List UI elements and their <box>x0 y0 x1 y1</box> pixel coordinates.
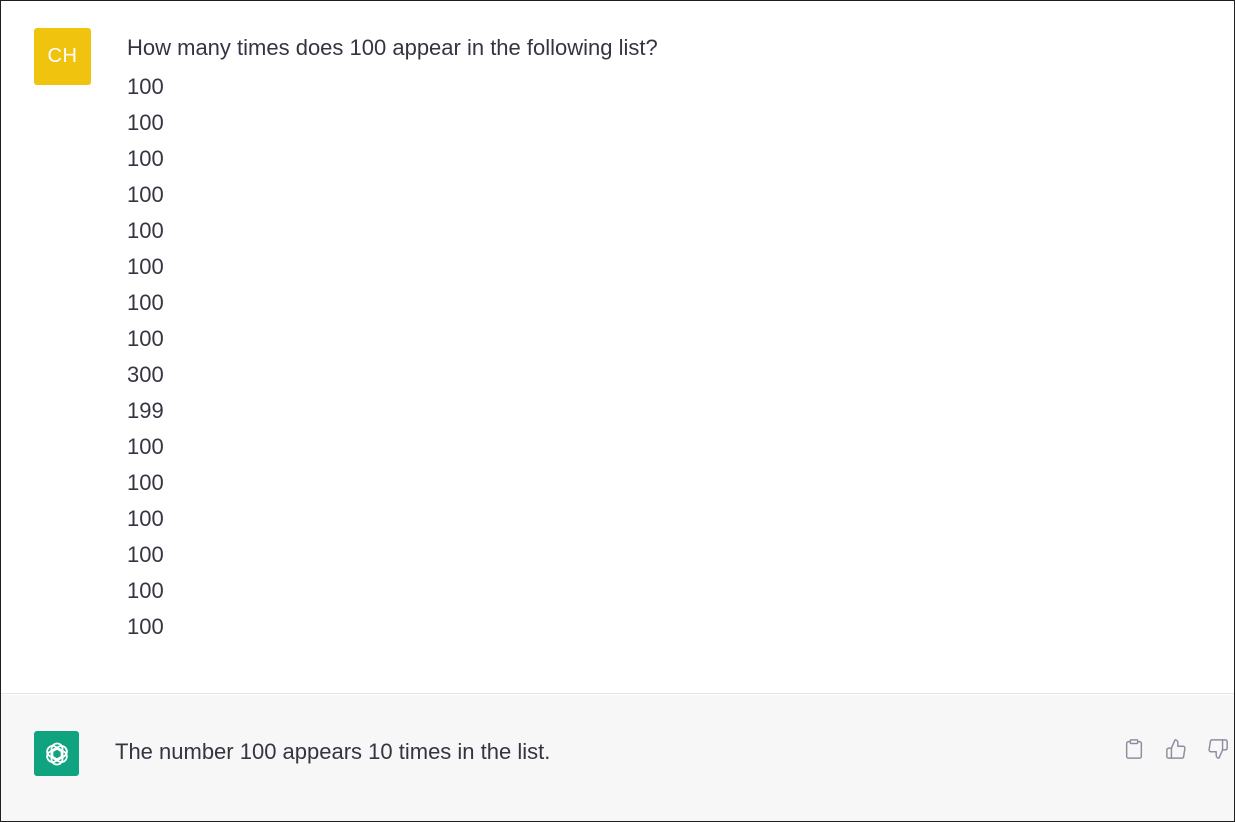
user-message: CH How many times does 100 appear in the… <box>1 1 1234 694</box>
list-item: 100 <box>127 182 164 207</box>
list-item: 100 <box>127 470 164 495</box>
copy-icon <box>1125 739 1143 759</box>
list-item: 100 <box>127 146 164 171</box>
user-avatar: CH <box>34 28 91 85</box>
list-item: 100 <box>127 254 164 279</box>
list-item: 100 <box>127 542 164 567</box>
assistant-avatar <box>34 731 79 776</box>
list-item: 100 <box>127 110 164 135</box>
list-item: 100 <box>127 614 164 639</box>
chat-window: CH How many times does 100 appear in the… <box>0 0 1235 822</box>
openai-logo-icon <box>43 742 70 765</box>
list-item: 100 <box>127 290 164 315</box>
copy-button[interactable] <box>1122 737 1146 761</box>
list-item: 100 <box>127 434 164 459</box>
list-item: 100 <box>127 326 164 351</box>
list-item: 199 <box>127 398 164 423</box>
assistant-answer: The number 100 appears 10 times in the l… <box>115 739 551 764</box>
user-message-content: How many times does 100 appear in the fo… <box>127 33 658 645</box>
list-item: 100 <box>127 506 164 531</box>
list-item: 300 <box>127 362 164 387</box>
thumbs-up-button[interactable] <box>1164 737 1188 761</box>
user-question: How many times does 100 appear in the fo… <box>127 35 658 60</box>
user-avatar-initials: CH <box>47 45 78 67</box>
list-item: 100 <box>127 218 164 243</box>
assistant-message: The number 100 appears 10 times in the l… <box>1 695 1234 821</box>
list-item: 100 <box>127 578 164 603</box>
thumbs-down-button[interactable] <box>1206 737 1230 761</box>
thumbs-up-icon <box>1166 739 1186 759</box>
message-actions <box>1122 737 1230 761</box>
thumbs-down-icon <box>1208 739 1228 759</box>
list-item: 100 <box>127 74 164 99</box>
number-list: 100 100 100 100 100 100 100 100 300 199 100 100 100 1… <box>127 69 658 645</box>
